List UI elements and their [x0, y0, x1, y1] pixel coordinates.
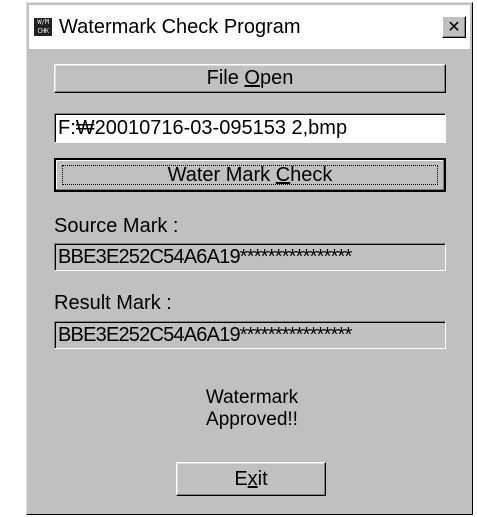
exit-button[interactable]: Exit [176, 462, 326, 496]
status-line-1: Watermark [205, 387, 299, 408]
file-open-label-pre: File [206, 67, 245, 89]
status-message: Watermark Approved!! [147, 387, 357, 431]
exit-label-post: it [257, 468, 268, 490]
status-line-2: Approved!! [206, 409, 298, 430]
close-icon: ✕ [447, 17, 461, 36]
app-icon: W/M CHK [34, 18, 52, 36]
focus-rectangle [62, 165, 438, 185]
file-open-label-post: pen [259, 67, 294, 89]
result-mark-label: Result Mark : [54, 292, 172, 314]
app-icon-text-top: W/M [37, 18, 49, 26]
app-icon-text-bottom: CHK [37, 27, 49, 35]
file-path-field[interactable]: F:₩20010716-03-095153 2,bmp [54, 113, 446, 143]
exit-mnemonic: x [247, 468, 258, 490]
result-mark-field: BBE3E252C54A6A19**************** [54, 321, 446, 349]
source-mark-field: BBE3E252C54A6A19**************** [54, 243, 446, 271]
window-title: Watermark Check Program [59, 16, 301, 38]
source-mark-label: Source Mark : [54, 215, 179, 237]
water-mark-check-button[interactable]: Water Mark Check [54, 158, 446, 192]
exit-label-pre: E [234, 468, 248, 490]
watermark-check-window: W/M CHK Watermark Check Program ✕ File O… [26, 2, 473, 515]
file-open-button[interactable]: File Open [54, 64, 446, 93]
file-open-mnemonic: O [244, 67, 260, 89]
title-bar[interactable]: W/M CHK Watermark Check Program ✕ [29, 5, 470, 49]
close-button[interactable]: ✕ [442, 16, 466, 38]
